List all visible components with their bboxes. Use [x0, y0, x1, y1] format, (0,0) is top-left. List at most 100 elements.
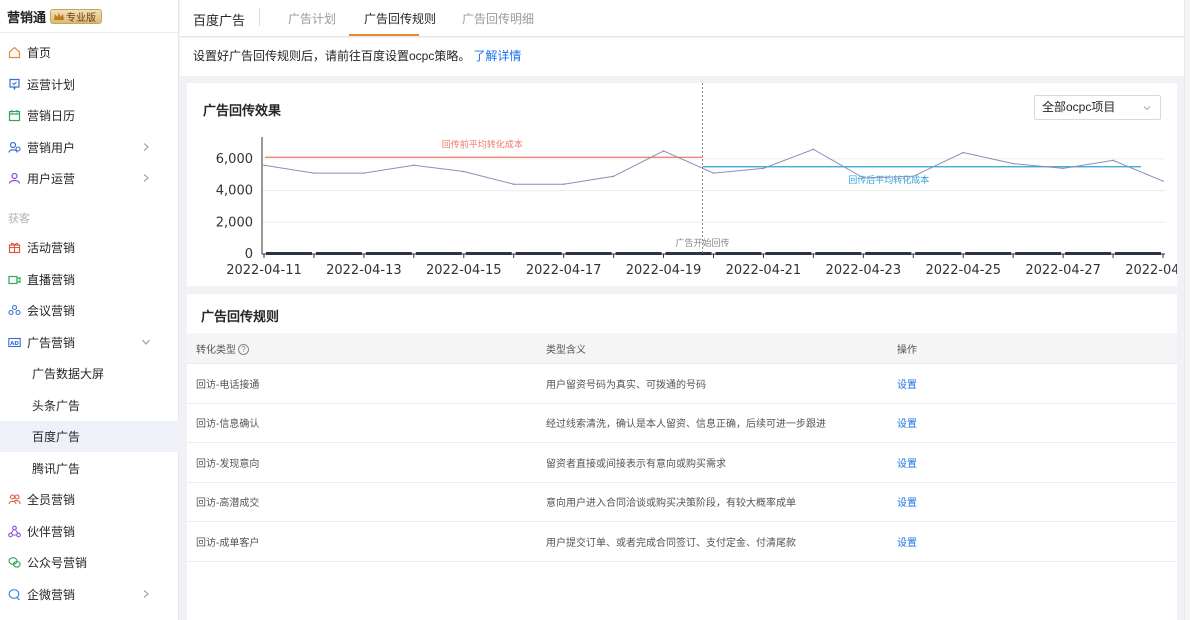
chevron-right-icon: [143, 143, 149, 151]
sidebar-item-wecom-marketing[interactable]: 企微营销: [0, 579, 179, 610]
project-select[interactable]: 全部ocpc项目: [1034, 95, 1161, 120]
sidebar-item-plan[interactable]: 运营计划: [0, 69, 179, 100]
chart-card: 0 2,000 4,000 6,000 2022-04-11 2022-04-13 2022…: [187, 83, 1177, 286]
header-divider: [259, 8, 260, 26]
data-point: [363, 172, 365, 174]
y-tick-label: 2,000: [216, 215, 253, 230]
set-button[interactable]: 设置: [897, 415, 917, 430]
conversion-type: 回访-高潜成交: [196, 498, 260, 510]
data-point: [1012, 162, 1014, 165]
tab-ad-callback-rules[interactable]: 广告回传规则: [364, 10, 436, 27]
before-avg-cost-label: 回传前平均转化成本: [442, 138, 523, 150]
learn-more-link[interactable]: 了解详情: [473, 49, 521, 63]
project-select-value: 全部ocpc项目: [1042, 100, 1116, 114]
set-button[interactable]: 设置: [897, 534, 917, 549]
users-icon: [8, 141, 21, 154]
chevron-down-icon: [1143, 106, 1151, 111]
sidebar-item-ad-marketing[interactable]: AD 广告营销: [0, 327, 179, 358]
sidebar-item-label: 腾讯广告: [32, 462, 81, 476]
data-point: [612, 175, 615, 178]
y-tick-label: 6,000: [216, 152, 253, 167]
data-point: [962, 151, 965, 154]
live-icon: [8, 273, 21, 286]
sidebar-item-label: 全员营销: [27, 493, 76, 507]
chevron-right-icon: [143, 174, 149, 182]
chart-title: 广告回传效果: [203, 103, 282, 118]
data-point: [263, 164, 265, 166]
page-header: 百度广告 广告计划 广告回传规则 广告回传明细: [180, 0, 1187, 37]
data-point: [1112, 159, 1114, 162]
sidebar-item-staff-marketing[interactable]: 全员营销: [0, 484, 179, 515]
sidebar-item-label: 广告数据大屏: [32, 367, 105, 381]
data-point: [413, 164, 415, 166]
sidebar-item-partner-marketing[interactable]: 伙伴营销: [0, 516, 179, 547]
x-tick-label: 2022-04-17: [526, 263, 602, 278]
sidebar: 营销通 专业版 首页 运营计划 营销日历 营销用户 用户运营 获客 活动营销 直…: [0, 0, 179, 620]
data-point: [313, 172, 315, 174]
table-row: 回访-高潜成交 意向用户进入合同洽谈或购买决策阶段，有较大概率成单 设置: [187, 483, 1177, 522]
sidebar-item-label: 用户运营: [27, 172, 76, 186]
conversion-type: 回访-信息确认: [196, 419, 260, 431]
sidebar-item-label: 会议营销: [27, 304, 76, 318]
data-point: [512, 183, 515, 186]
table-row: 回访-信息确认 经过线索清洗，确认是本人留资、信息正确，后续可进一步跟进 设置: [187, 404, 1177, 443]
conversion-type: 回访-电话接通: [196, 379, 260, 391]
data-point: [762, 167, 765, 170]
sidebar-item-label: 头条广告: [32, 399, 81, 413]
sidebar-item-ad-dashboard[interactable]: 广告数据大屏: [0, 358, 179, 389]
sidebar-item-wechat-marketing[interactable]: 公众号营销: [0, 547, 179, 578]
sidebar-item-calendar[interactable]: 营销日历: [0, 100, 179, 131]
data-point: [712, 172, 715, 174]
set-button[interactable]: 设置: [897, 494, 917, 509]
sidebar-item-meeting[interactable]: 会议营销: [0, 295, 179, 326]
type-meaning: 意向用户进入合同洽谈或购买决策阶段，有较大概率成单: [546, 498, 796, 510]
type-meaning: 用户提交订单、或者完成合同签订、支付定金、付清尾款: [546, 537, 796, 549]
sidebar-item-user-ops[interactable]: 用户运营: [0, 163, 179, 194]
rules-card: 广告回传规则 转化类型? 类型含义 操作 回访-电话接通 用户留资号码为真实、可…: [187, 294, 1177, 620]
x-tick-label: 2022-04-29: [1125, 263, 1177, 278]
chevron-right-icon: [143, 590, 149, 598]
sidebar-item-label: 首页: [27, 46, 52, 60]
sidebar-item-label: 百度广告: [32, 430, 81, 444]
y-tick-label: 0: [245, 247, 253, 262]
sidebar-item-label: 伙伴营销: [27, 525, 76, 539]
data-point: [462, 170, 465, 173]
partner-icon: [8, 525, 21, 538]
sidebar-item-live[interactable]: 直播营销: [0, 264, 179, 295]
tab-ad-callback-details[interactable]: 广告回传明细: [462, 10, 534, 27]
sidebar-item-home[interactable]: 首页: [0, 37, 179, 68]
table-row: 回访-发现意向 留资者直接或间接表示有意向或购买需求 设置: [187, 443, 1177, 483]
sidebar-item-activity[interactable]: 活动营销: [0, 232, 179, 263]
set-button[interactable]: 设置: [897, 455, 917, 470]
sidebar-item-tencent-ads[interactable]: 腾讯广告: [0, 453, 179, 484]
page-scrollbar[interactable]: [1184, 0, 1190, 620]
callback-start-label: 广告开始回传: [676, 237, 730, 249]
type-meaning: 用户留资号码为真实、可拨通的号码: [546, 379, 706, 391]
x-tick-label: 2022-04-15: [426, 263, 502, 278]
set-button[interactable]: 设置: [897, 376, 917, 391]
staff-icon: [8, 493, 21, 506]
sidebar-item-label: 企微营销: [27, 588, 76, 602]
sidebar-item-baidu-ads[interactable]: 百度广告: [0, 421, 179, 452]
home-icon: [8, 46, 21, 59]
crown-icon: [54, 12, 65, 20]
sidebar-item-marketing-users[interactable]: 营销用户: [0, 132, 179, 163]
sidebar-item-label: 直播营销: [27, 273, 76, 287]
x-tick-label: 2022-04-11: [226, 263, 302, 278]
x-tick-label: 2022-04-25: [925, 263, 1001, 278]
x-tick-label: 2022-04-13: [326, 263, 402, 278]
y-tick-label: 4,000: [216, 184, 253, 199]
sidebar-item-toutiao-ads[interactable]: 头条广告: [0, 390, 179, 421]
help-icon[interactable]: ?: [238, 344, 249, 356]
callback-effect-chart: 0 2,000 4,000 6,000 2022-04-11 2022-04-13 2022…: [216, 83, 1177, 278]
column-header-type: 转化类型?: [196, 341, 249, 356]
wecom-icon: [8, 588, 21, 601]
tab-ad-plan[interactable]: 广告计划: [288, 10, 336, 27]
column-header-action: 操作: [897, 344, 917, 356]
active-tab-indicator: [349, 34, 419, 36]
sidebar-item-label: 公众号营销: [27, 556, 88, 570]
data-point: [912, 175, 915, 178]
column-header-meaning: 类型含义: [546, 344, 586, 356]
type-meaning: 经过线索清洗，确认是本人留资、信息正确，后续可进一步跟进: [546, 419, 826, 431]
brand: 营销通 专业版: [0, 0, 178, 33]
